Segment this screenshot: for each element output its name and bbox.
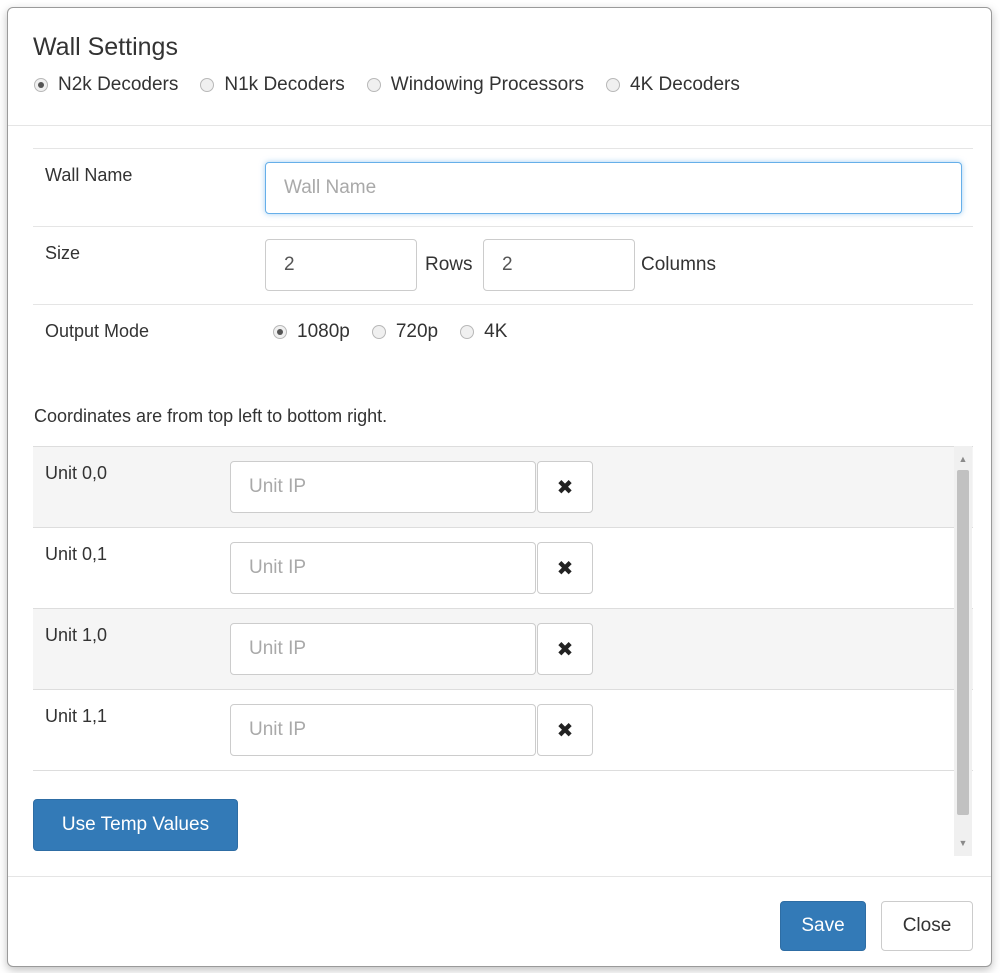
unit-ip-input[interactable] — [230, 704, 536, 756]
radio-4k-output[interactable] — [460, 325, 475, 339]
radio-n1k[interactable] — [200, 78, 215, 92]
units-scrollbar[interactable]: ▲ ▼ — [954, 446, 972, 856]
dialog-title: Wall Settings — [33, 33, 178, 61]
scrollbar-thumb[interactable] — [957, 470, 969, 815]
wall-name-input[interactable] — [265, 162, 962, 214]
remove-unit-button[interactable]: ✖ — [537, 623, 593, 675]
decoder-option-n1k[interactable]: N1k Decoders — [200, 74, 345, 96]
radio-4k-decoder[interactable] — [606, 78, 621, 92]
table-row: Unit 0,1 ✖ — [33, 528, 973, 609]
output-option-label: 1080p — [297, 321, 350, 342]
radio-1080p[interactable] — [273, 325, 287, 339]
size-row: Size Rows Columns — [33, 226, 973, 304]
wall-name-row: Wall Name — [33, 148, 973, 226]
output-mode-label: Output Mode — [45, 321, 150, 341]
wall-settings-dialog: Wall Settings N2k Decoders N1k Decoders … — [7, 7, 992, 967]
table-row: Unit 1,1 ✖ — [33, 690, 973, 771]
output-mode-group: 1080p 720p 4K — [273, 321, 529, 343]
rows-input[interactable] — [265, 239, 417, 291]
dialog-header: Wall Settings N2k Decoders N1k Decoders … — [8, 8, 991, 126]
coordinates-note: Coordinates are from top left to bottom … — [34, 406, 388, 426]
close-icon: ✖ — [556, 476, 574, 499]
unit-ip-input[interactable] — [230, 461, 536, 513]
remove-unit-button[interactable]: ✖ — [537, 704, 593, 756]
unit-ip-input[interactable] — [230, 623, 536, 675]
size-label: Size — [45, 243, 81, 263]
save-button[interactable]: Save — [780, 901, 866, 951]
caret-down-icon[interactable]: ▼ — [954, 834, 972, 852]
close-icon: ✖ — [556, 557, 574, 580]
table-row: Unit 0,0 ✖ — [33, 447, 973, 528]
radio-n2k[interactable] — [34, 78, 48, 92]
decoder-option-windowing[interactable]: Windowing Processors — [366, 74, 585, 96]
unit-label: Unit 0,1 — [45, 544, 108, 564]
unit-ip-input[interactable] — [230, 542, 536, 594]
output-option-label: 720p — [395, 321, 439, 342]
use-temp-values-button[interactable]: Use Temp Values — [33, 799, 238, 851]
columns-input[interactable] — [483, 239, 635, 291]
radio-windowing[interactable] — [366, 78, 381, 92]
remove-unit-button[interactable]: ✖ — [537, 461, 593, 513]
close-icon: ✖ — [556, 719, 574, 742]
unit-label: Unit 0,0 — [45, 463, 108, 483]
dialog-body: Wall Name Size Rows Columns Output Mode … — [8, 126, 991, 876]
caret-up-icon[interactable]: ▲ — [954, 450, 972, 468]
columns-label: Columns — [641, 254, 716, 275]
decoder-type-group: N2k Decoders N1k Decoders Windowing Proc… — [34, 74, 762, 96]
table-row: Unit 1,0 ✖ — [33, 609, 973, 690]
wall-name-label: Wall Name — [45, 165, 133, 185]
decoder-option-label: N2k Decoders — [58, 74, 179, 95]
unit-label: Unit 1,0 — [45, 625, 108, 645]
output-option-720p[interactable]: 720p — [371, 321, 439, 343]
decoder-option-4k[interactable]: 4K Decoders — [606, 74, 740, 96]
remove-unit-button[interactable]: ✖ — [537, 542, 593, 594]
radio-720p[interactable] — [371, 325, 386, 339]
decoder-option-label: Windowing Processors — [390, 74, 585, 95]
close-button[interactable]: Close — [881, 901, 973, 951]
output-mode-row: Output Mode 1080p 720p 4K — [33, 304, 973, 382]
unit-label: Unit 1,1 — [45, 706, 108, 726]
units-list: Unit 0,0 ✖ Unit 0,1 ✖ Unit 1,0 ✖ Unit 1,… — [33, 446, 973, 856]
close-icon: ✖ — [556, 638, 574, 661]
decoder-option-label: 4K Decoders — [630, 74, 740, 95]
output-option-1080p[interactable]: 1080p — [273, 321, 350, 343]
output-option-label: 4K — [484, 321, 508, 342]
decoder-option-label: N1k Decoders — [224, 74, 345, 95]
dialog-footer: Save Close — [8, 876, 991, 968]
output-option-4k[interactable]: 4K — [460, 321, 507, 343]
rows-label: Rows — [425, 254, 473, 275]
decoder-option-n2k[interactable]: N2k Decoders — [34, 74, 178, 96]
